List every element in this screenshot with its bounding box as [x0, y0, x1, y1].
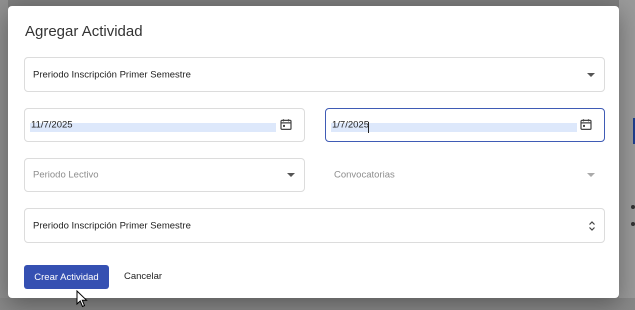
background-dot: [631, 222, 635, 226]
tipo-select[interactable]: Preriodo Inscripción Primer Semestre: [24, 57, 605, 92]
crear-actividad-button[interactable]: Crear Actividad: [24, 265, 109, 289]
fecha-fin-value: 1/7/2025: [332, 119, 369, 131]
background-right-edge: [619, 0, 635, 310]
periodo-lectivo-placeholder: Periodo Lectivo: [33, 169, 99, 181]
fecha-fin-input[interactable]: 1/7/2025: [325, 108, 605, 142]
background-left-edge: [0, 0, 8, 310]
actividad-select[interactable]: Preriodo Inscripción Primer Semestre: [24, 208, 605, 243]
fecha-inicio-value: 11/7/2025: [31, 119, 73, 131]
calendar-icon[interactable]: [580, 118, 592, 131]
calendar-icon[interactable]: [280, 118, 292, 131]
convocatorias-placeholder: Convocatorias: [334, 169, 395, 181]
mouse-pointer-icon: [76, 290, 88, 308]
chevron-down-icon: [587, 173, 595, 177]
dialog-title: Agregar Actividad: [25, 23, 143, 40]
fecha-inicio-input[interactable]: 11/7/2025: [24, 108, 305, 142]
cancelar-button[interactable]: Cancelar: [118, 265, 168, 289]
chevron-down-icon: [287, 173, 295, 177]
chevron-down-icon: [587, 72, 595, 77]
convocatorias-select[interactable]: Convocatorias: [325, 158, 605, 192]
actividad-select-value: Preriodo Inscripción Primer Semestre: [33, 220, 191, 231]
agregar-actividad-dialog: Agregar Actividad Preriodo Inscripción P…: [8, 6, 619, 298]
background-dot: [631, 205, 635, 209]
periodo-lectivo-select[interactable]: Periodo Lectivo: [24, 158, 305, 192]
updown-icon: [589, 220, 595, 231]
background-bottom-strip: [0, 298, 635, 310]
text-cursor: [368, 122, 369, 133]
tipo-select-value: Preriodo Inscripción Primer Semestre: [33, 69, 191, 80]
